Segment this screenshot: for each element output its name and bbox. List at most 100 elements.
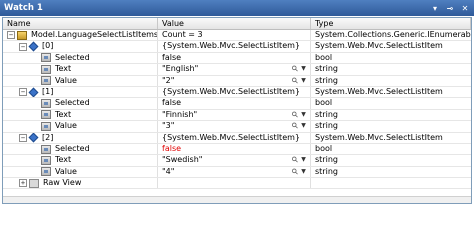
- value-cell[interactable]: "English" ⚲ ▼: [158, 64, 311, 75]
- item-value[interactable]: false: [162, 98, 310, 108]
- field-icon: [28, 87, 39, 98]
- item-type: System.Collections.Generic.IEnumerable<: [315, 30, 471, 39]
- horizontal-scrollbar[interactable]: [3, 196, 471, 203]
- item-name: Text: [55, 109, 72, 119]
- value-cell[interactable]: "2" ⚲ ▼: [158, 75, 311, 86]
- value-cell[interactable]: "3" ⚲ ▼: [158, 121, 311, 132]
- collapse-icon[interactable]: −: [19, 42, 27, 51]
- item-name: [1]: [42, 86, 54, 96]
- visualizer[interactable]: ⚲ ▼: [290, 64, 307, 74]
- visualizer[interactable]: ⚲ ▼: [290, 110, 307, 120]
- name-cell: Value: [3, 166, 158, 178]
- field-icon: [28, 41, 39, 52]
- item-type: string: [315, 109, 338, 119]
- collapse-icon[interactable]: −: [19, 88, 27, 97]
- raw-view-icon: [29, 178, 39, 188]
- item-value[interactable]: false: [162, 144, 310, 154]
- item-type: string: [315, 75, 338, 85]
- type-cell: string: [311, 64, 471, 74]
- watch-row[interactable]: Text "English" ⚲ ▼ string: [3, 64, 471, 76]
- item-value[interactable]: {System.Web.Mvc.SelectListItem}: [162, 133, 310, 143]
- item-type: string: [315, 166, 338, 176]
- property-icon: [41, 64, 51, 74]
- watch-row[interactable]: − [2] {System.Web.Mvc.SelectListItem} Syste…: [3, 132, 471, 144]
- watch-row[interactable]: Selected false bool: [3, 98, 471, 110]
- watch-row[interactable]: Text "Finnish" ⚲ ▼ string: [3, 109, 471, 122]
- item-value[interactable]: "Finnish": [162, 110, 291, 120]
- item-name: [0]: [42, 41, 54, 51]
- item-value[interactable]: "2": [162, 76, 291, 86]
- property-icon: [41, 76, 51, 86]
- field-icon: [28, 132, 39, 143]
- name-cell: Text: [3, 155, 158, 166]
- column-header-name[interactable]: Name: [3, 18, 158, 29]
- collapse-icon[interactable]: −: [7, 31, 15, 40]
- watch-row[interactable]: Text "Swedish" ⚲ ▼ string: [3, 155, 471, 167]
- watch-row[interactable]: Value "2" ⚲ ▼ string: [3, 75, 471, 87]
- item-name: Selected: [55, 98, 90, 108]
- visualizer[interactable]: ⚲ ▼: [290, 76, 307, 86]
- item-value[interactable]: {System.Web.Mvc.SelectListItem}: [162, 41, 310, 51]
- type-cell: string: [311, 167, 471, 177]
- name-cell: Text: [3, 64, 158, 75]
- name-cell: − [2]: [3, 132, 158, 143]
- item-value[interactable]: {System.Web.Mvc.SelectListItem}: [162, 87, 310, 97]
- window-title: Watch 1: [4, 3, 43, 13]
- value-cell[interactable]: "Finnish" ⚲ ▼: [158, 109, 311, 121]
- watch-row[interactable]: Selected false bool: [3, 143, 471, 156]
- value-cell[interactable]: false: [158, 52, 311, 64]
- item-type: bool: [315, 98, 333, 108]
- close-icon[interactable]: ✕: [459, 3, 471, 14]
- watch-row[interactable]: − [1] {System.Web.Mvc.SelectListItem} Syste…: [3, 86, 471, 99]
- visualizer[interactable]: ⚲ ▼: [290, 167, 307, 177]
- watch-row[interactable]: Selected false bool: [3, 52, 471, 65]
- item-name: Model.LanguageSelectListItems: [31, 30, 158, 39]
- name-cell: − Model.LanguageSelectListItems: [3, 30, 158, 41]
- item-name: Raw View: [43, 178, 82, 188]
- value-cell[interactable]: {System.Web.Mvc.SelectListItem}: [158, 41, 311, 52]
- value-cell[interactable]: [158, 178, 311, 189]
- value-cell[interactable]: {System.Web.Mvc.SelectListItem}: [158, 86, 311, 98]
- watch-row[interactable]: + Raw View: [3, 178, 471, 190]
- type-cell: bool: [311, 98, 471, 108]
- item-value[interactable]: "Swedish": [162, 155, 291, 165]
- pin-icon[interactable]: ⊸: [444, 3, 456, 14]
- dropdown-arrow-icon[interactable]: ▾: [429, 3, 441, 14]
- value-cell[interactable]: {System.Web.Mvc.SelectListItem}: [158, 132, 311, 143]
- name-cell: Text: [3, 109, 158, 121]
- property-icon: [41, 144, 51, 154]
- watch-window-titlebar: Watch 1 ▾ ⊸ ✕: [0, 0, 474, 16]
- collapse-icon[interactable]: −: [19, 133, 27, 142]
- visualizer[interactable]: ⚲ ▼: [290, 155, 307, 165]
- item-value[interactable]: "4": [162, 167, 291, 177]
- value-cell[interactable]: false: [158, 143, 311, 155]
- column-header-type[interactable]: Type: [311, 18, 471, 29]
- item-value[interactable]: "English": [162, 64, 291, 74]
- value-cell[interactable]: false: [158, 98, 311, 109]
- item-name: Value: [55, 75, 77, 85]
- value-cell[interactable]: "Swedish" ⚲ ▼: [158, 155, 311, 166]
- type-cell: System.Web.Mvc.SelectListItem: [311, 87, 471, 97]
- item-value[interactable]: false: [162, 53, 310, 63]
- item-type: System.Web.Mvc.SelectListItem: [315, 86, 443, 96]
- expand-icon[interactable]: +: [19, 179, 27, 188]
- watch-row[interactable]: Value "4" ⚲ ▼ string: [3, 166, 471, 179]
- item-value[interactable]: Count = 3: [162, 30, 310, 40]
- item-type: bool: [315, 143, 333, 153]
- value-cell[interactable]: Count = 3: [158, 30, 311, 41]
- item-name: Text: [55, 155, 72, 165]
- item-name: [2]: [42, 132, 54, 142]
- item-name: Value: [55, 121, 77, 131]
- value-cell[interactable]: "4" ⚲ ▼: [158, 166, 311, 178]
- watch-row[interactable]: Value "3" ⚲ ▼ string: [3, 121, 471, 133]
- visualizer[interactable]: ⚲ ▼: [290, 121, 307, 131]
- column-header-value[interactable]: Value: [158, 18, 311, 29]
- item-type: string: [315, 155, 338, 165]
- item-name: Selected: [55, 143, 90, 153]
- watch-row[interactable]: − Model.LanguageSelectListItems Count = 3 S…: [3, 30, 471, 42]
- name-cell: − [1]: [3, 86, 158, 98]
- watch-row[interactable]: − [0] {System.Web.Mvc.SelectListItem} Syste…: [3, 41, 471, 53]
- item-type: bool: [315, 52, 333, 62]
- type-cell: System.Web.Mvc.SelectListItem: [311, 133, 471, 143]
- item-value[interactable]: "3": [162, 121, 291, 131]
